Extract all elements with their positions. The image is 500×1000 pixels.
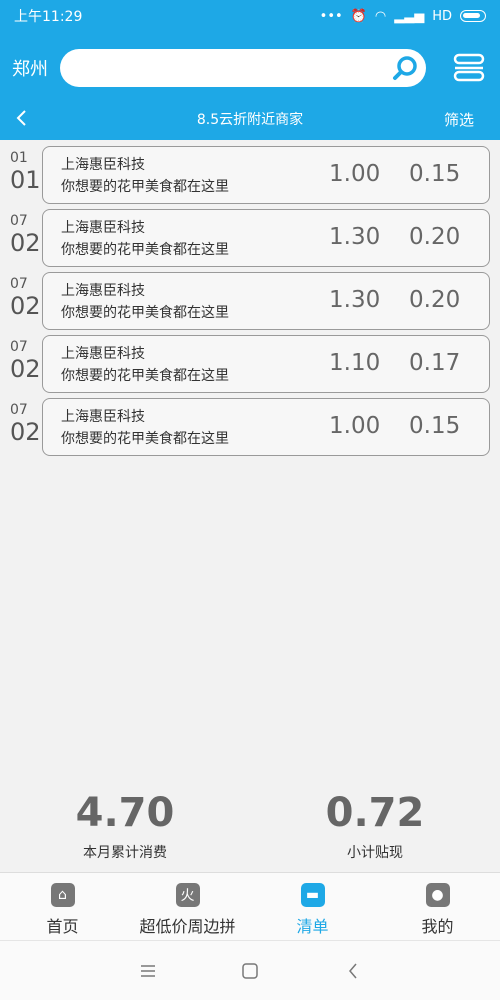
tab-list[interactable]: ▬ 清单 — [250, 873, 375, 940]
merchant-card[interactable]: 上海惠臣科技 你想要的花甲美食都在这里 1.00 0.15 — [42, 398, 490, 456]
monthly-spend-label: 本月累计消费 — [83, 845, 167, 861]
list-item[interactable]: 07 02 上海惠臣科技 你想要的花甲美食都在这里 1.10 0.17 — [0, 335, 500, 398]
cashback-value: 0.15 — [409, 161, 461, 187]
list-item-date: 07 02 — [10, 402, 41, 446]
alarm-icon: ⏰ — [350, 8, 367, 24]
merchant-desc: 你想要的花甲美食都在这里 — [61, 305, 229, 321]
system-nav-bar — [0, 940, 500, 1000]
battery-icon — [460, 10, 486, 22]
merchant-desc: 你想要的花甲美食都在这里 — [61, 242, 229, 258]
nav-bar: 8.5云折附近商家 筛选 — [0, 100, 500, 136]
merchant-desc: 你想要的花甲美食都在这里 — [61, 179, 229, 195]
cashback-total-label: 小计贴现 — [347, 845, 403, 861]
city-selector[interactable]: 郑州 — [0, 55, 60, 81]
amount-value: 1.10 — [329, 350, 381, 376]
cashback-total: 0.72 小计贴现 — [295, 790, 455, 862]
search-icon[interactable] — [392, 55, 418, 81]
list-item-date: 01 01 — [10, 150, 41, 194]
list-item-date: 07 02 — [10, 276, 41, 320]
home-icon: ⌂ — [50, 883, 75, 907]
amount-value: 1.30 — [329, 224, 381, 250]
merchant-card[interactable]: 上海惠臣科技 你想要的花甲美食都在这里 1.30 0.20 — [42, 209, 490, 267]
list-item[interactable]: 07 02 上海惠臣科技 你想要的花甲美食都在这里 1.30 0.20 — [0, 272, 500, 335]
signal-icon: ▂▃▅ — [394, 8, 425, 24]
merchant-card[interactable]: 上海惠臣科技 你想要的花甲美食都在这里 1.10 0.17 — [42, 335, 490, 393]
network-type: HD — [432, 8, 452, 24]
recents-icon[interactable] — [138, 961, 158, 981]
top-header: 上午11:29 ••• ⏰ ◠ ▂▃▅ HD 郑州 8.5云折附近商家 筛选 — [0, 0, 500, 140]
merchant-desc: 你想要的花甲美食都在这里 — [61, 368, 229, 384]
merchant-card[interactable]: 上海惠臣科技 你想要的花甲美食都在这里 1.30 0.20 — [42, 272, 490, 330]
list-item-date: 07 02 — [10, 339, 41, 383]
monthly-spend-value: 4.70 — [75, 790, 175, 836]
search-row: 郑州 — [0, 46, 500, 90]
cashback-value: 0.17 — [409, 350, 461, 376]
tab-home[interactable]: ⌂ 首页 — [0, 873, 125, 940]
status-time: 上午11:29 — [14, 9, 83, 25]
amount-value: 1.00 — [329, 161, 381, 187]
fire-icon: 火 — [175, 883, 200, 907]
merchant-name: 上海惠臣科技 — [61, 346, 145, 362]
back-nav-icon[interactable] — [344, 961, 364, 981]
tab-profile[interactable]: ● 我的 — [375, 873, 500, 940]
menu-icon[interactable] — [452, 50, 486, 84]
cashback-value: 0.15 — [409, 413, 461, 439]
cashback-value: 0.20 — [409, 287, 461, 313]
home-nav-icon[interactable] — [240, 961, 260, 981]
list-item[interactable]: 07 02 上海惠臣科技 你想要的花甲美食都在这里 1.00 0.15 — [0, 398, 500, 461]
bottom-tab-bar: ⌂ 首页 火 超低价周边拼 ▬ 清单 ● 我的 — [0, 872, 500, 940]
list-item-date: 07 02 — [10, 213, 41, 257]
list-item[interactable]: 07 02 上海惠臣科技 你想要的花甲美食都在这里 1.30 0.20 — [0, 209, 500, 272]
page-title: 8.5云折附近商家 — [196, 112, 304, 128]
monthly-spend: 4.70 本月累计消费 — [45, 790, 205, 862]
merchant-name: 上海惠臣科技 — [61, 283, 145, 299]
more-dots-icon: ••• — [319, 8, 343, 24]
cashback-value: 0.20 — [409, 224, 461, 250]
merchant-list: 01 01 上海惠臣科技 你想要的花甲美食都在这里 1.00 0.15 07 0… — [0, 146, 500, 461]
tab-group-buy[interactable]: 火 超低价周边拼 — [125, 873, 250, 940]
filter-button[interactable]: 筛选 — [444, 109, 474, 130]
merchant-name: 上海惠臣科技 — [61, 157, 145, 173]
merchant-name: 上海惠臣科技 — [61, 220, 145, 236]
wifi-icon: ◠ — [374, 8, 387, 24]
amount-value: 1.30 — [329, 287, 381, 313]
amount-value: 1.00 — [329, 413, 381, 439]
totals-summary: 4.70 本月累计消费 0.72 小计贴现 — [0, 790, 500, 870]
merchant-name: 上海惠臣科技 — [61, 409, 145, 425]
cashback-total-value: 0.72 — [325, 790, 425, 836]
merchant-card[interactable]: 上海惠臣科技 你想要的花甲美食都在这里 1.00 0.15 — [42, 146, 490, 204]
status-bar: 上午11:29 ••• ⏰ ◠ ▂▃▅ HD — [0, 0, 500, 32]
profile-icon: ● — [425, 883, 450, 907]
search-input[interactable] — [60, 49, 426, 87]
list-item[interactable]: 01 01 上海惠臣科技 你想要的花甲美食都在这里 1.00 0.15 — [0, 146, 500, 209]
merchant-desc: 你想要的花甲美食都在这里 — [61, 431, 229, 447]
list-icon: ▬ — [300, 883, 325, 907]
